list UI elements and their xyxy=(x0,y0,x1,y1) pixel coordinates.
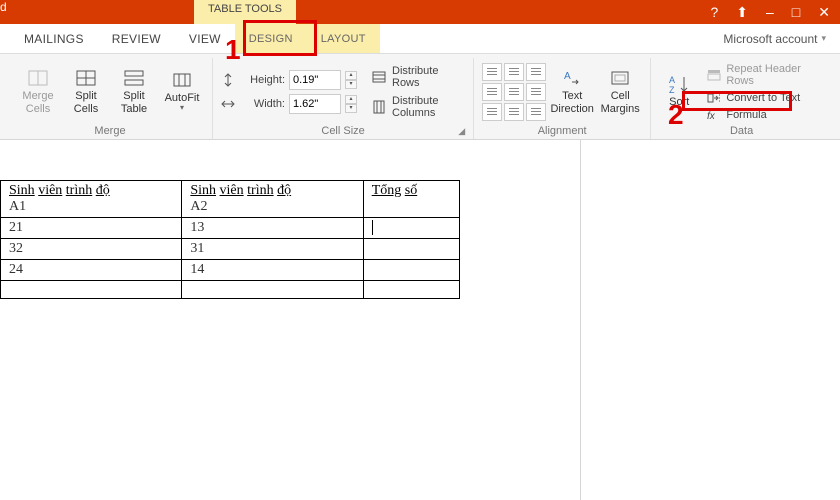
align-middle-right[interactable] xyxy=(526,83,546,101)
distribute-rows-button[interactable]: Distribute Rows xyxy=(369,63,465,91)
side-panel xyxy=(580,140,840,500)
alignment-grid xyxy=(482,63,546,121)
convert-to-text-button[interactable]: Convert to Text xyxy=(703,90,824,106)
restore-icon[interactable]: □ xyxy=(792,4,800,20)
group-cell-size: Height: ▴▾ Width: ▴▾ Distribute Rows xyxy=(213,58,474,139)
align-bottom-right[interactable] xyxy=(526,103,546,121)
autofit-icon xyxy=(170,70,194,90)
autofit-button[interactable]: AutoFit ▾ xyxy=(160,62,204,122)
distribute-columns-button[interactable]: Distribute Columns xyxy=(369,93,465,121)
repeat-header-rows-button[interactable]: Repeat Header Rows xyxy=(703,61,824,89)
distribute-rows-icon xyxy=(372,70,386,84)
group-label-cell-size: Cell Size◢ xyxy=(221,125,465,139)
height-input[interactable] xyxy=(289,70,341,90)
minimize-icon[interactable]: – xyxy=(766,4,774,20)
table-header-cell: Sinh viên trình độA1 xyxy=(1,181,182,218)
close-icon[interactable]: ✕ xyxy=(818,4,830,21)
table-row: Sinh viên trình độA1 Sinh viên trình độA… xyxy=(1,181,460,218)
sort-icon: AZ xyxy=(667,74,691,94)
split-table-icon xyxy=(122,68,146,88)
document-area: Sinh viên trình độA1 Sinh viên trình độA… xyxy=(0,140,840,500)
sort-button[interactable]: AZ Sort xyxy=(659,62,699,122)
cell-margins-button[interactable]: Cell Margins xyxy=(598,62,642,122)
ribbon-display-icon[interactable]: ⬆ xyxy=(736,4,748,21)
height-label: Height: xyxy=(239,74,285,86)
svg-text:A: A xyxy=(669,75,675,85)
width-label: Width: xyxy=(239,98,285,110)
group-label-merge: Merge xyxy=(16,125,204,139)
dialog-launcher-icon[interactable]: ◢ xyxy=(458,126,465,137)
repeat-header-icon xyxy=(707,69,721,81)
align-middle-center[interactable] xyxy=(504,83,524,101)
account-menu[interactable]: Microsoft account xyxy=(723,32,840,46)
table-header-cell: Sinh viên trình độA2 xyxy=(182,181,363,218)
tab-mailings[interactable]: MAILINGS xyxy=(10,24,98,53)
svg-text:A: A xyxy=(564,71,571,82)
height-spinner[interactable]: ▴▾ xyxy=(345,71,357,89)
tab-view[interactable]: VIEW xyxy=(175,24,235,53)
app-corner: d xyxy=(0,0,24,24)
table-row: 32 31 xyxy=(1,239,460,260)
formula-button[interactable]: fx Formula xyxy=(703,107,824,123)
align-middle-left[interactable] xyxy=(482,83,502,101)
tab-review[interactable]: REVIEW xyxy=(98,24,175,53)
tab-design[interactable]: DESIGN xyxy=(235,24,307,53)
tab-bar: MAILINGS REVIEW VIEW DESIGN LAYOUT Micro… xyxy=(0,24,840,54)
align-top-left[interactable] xyxy=(482,63,502,81)
width-input[interactable] xyxy=(289,94,341,114)
formula-icon: fx xyxy=(707,109,721,121)
ribbon: Merge Cells Split Cells Split Table Auto… xyxy=(0,54,840,140)
group-alignment: A Text Direction Cell Margins Alignment xyxy=(474,58,651,139)
tab-layout[interactable]: LAYOUT xyxy=(307,24,380,53)
cell-margins-icon xyxy=(608,68,632,88)
split-table-button[interactable]: Split Table xyxy=(112,62,156,122)
content-table[interactable]: Sinh viên trình độA1 Sinh viên trình độA… xyxy=(0,180,460,299)
split-cells-button[interactable]: Split Cells xyxy=(64,62,108,122)
help-icon[interactable]: ? xyxy=(710,4,718,20)
convert-to-text-icon xyxy=(707,92,721,104)
table-row: 21 13 xyxy=(1,218,460,239)
merge-cells-button[interactable]: Merge Cells xyxy=(16,62,60,122)
group-merge: Merge Cells Split Cells Split Table Auto… xyxy=(8,58,213,139)
text-direction-button[interactable]: A Text Direction xyxy=(550,62,594,122)
page[interactable]: Sinh viên trình độA1 Sinh viên trình độA… xyxy=(0,140,580,500)
svg-text:fx: fx xyxy=(707,111,716,121)
table-row: 24 14 xyxy=(1,260,460,281)
group-label-data: Data xyxy=(659,125,824,139)
align-bottom-center[interactable] xyxy=(504,103,524,121)
col-width-icon xyxy=(221,97,235,111)
table-tools-label: TABLE TOOLS xyxy=(194,0,296,24)
text-cursor xyxy=(372,220,373,235)
split-cells-icon xyxy=(74,68,98,88)
text-direction-icon: A xyxy=(560,68,584,88)
table-header-cell: Tổng số xyxy=(363,181,459,218)
table-row xyxy=(1,281,460,299)
align-top-center[interactable] xyxy=(504,63,524,81)
title-bar: d TABLE TOOLS ? ⬆ – □ ✕ xyxy=(0,0,840,24)
align-bottom-left[interactable] xyxy=(482,103,502,121)
group-data: AZ Sort Repeat Header Rows Convert to Te… xyxy=(651,58,832,139)
distribute-columns-icon xyxy=(372,100,386,114)
align-top-right[interactable] xyxy=(526,63,546,81)
width-spinner[interactable]: ▴▾ xyxy=(345,95,357,113)
group-label-alignment: Alignment xyxy=(482,125,642,139)
svg-text:Z: Z xyxy=(669,85,675,94)
merge-cells-icon xyxy=(26,68,50,88)
row-height-icon xyxy=(221,73,235,87)
chevron-down-icon: ▾ xyxy=(180,104,184,113)
